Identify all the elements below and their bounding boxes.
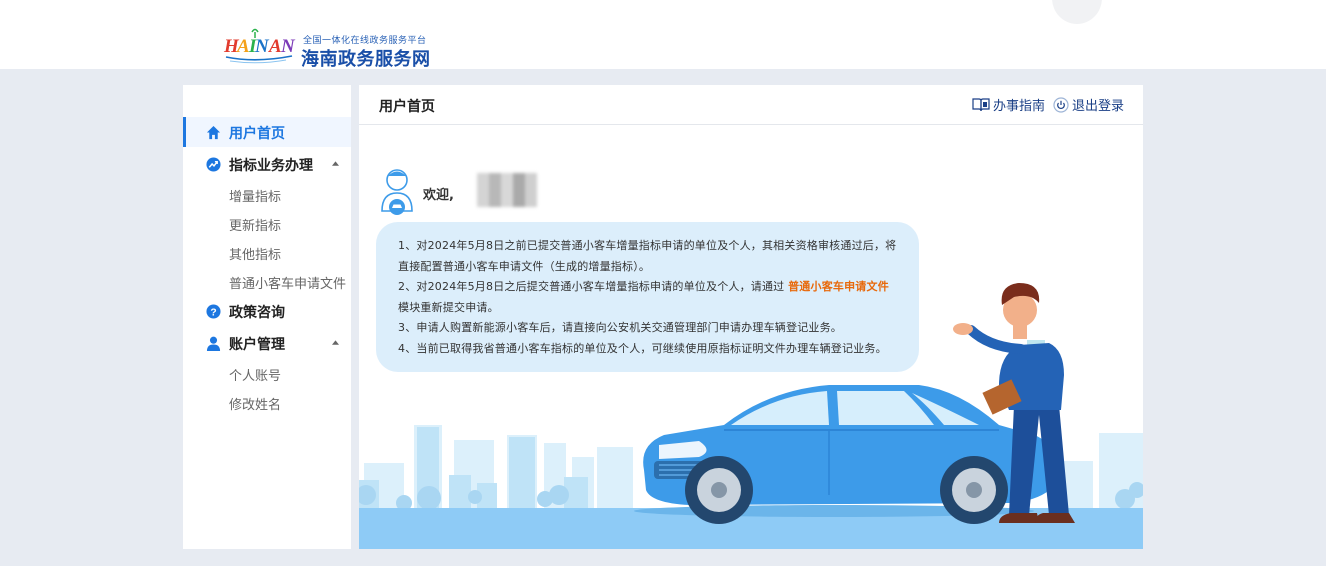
avatar (381, 169, 413, 215)
logout-link[interactable]: 退出登录 (1053, 95, 1124, 114)
svg-text:A: A (236, 36, 250, 57)
top-header: H A I N A N 全国一体化在线政务服务平台 海南政务服务网 (0, 0, 1326, 70)
svg-text:N: N (254, 36, 270, 57)
application-file-link[interactable]: 普通小客车申请文件 (788, 280, 889, 293)
book-icon (972, 98, 990, 112)
blurred-username (477, 173, 537, 207)
user-icon (206, 336, 221, 351)
sidebar-item-account[interactable]: 账户管理 (183, 328, 351, 358)
sidebar-item-label: 用户首页 (229, 126, 285, 142)
notice-3: 3、申请人购置新能源小客车后，请直接向公安机关交通管理部门申请办理车辆登记业务。 (398, 321, 842, 334)
hainan-logo[interactable]: H A I N A N (222, 26, 296, 70)
welcome-text: 欢迎, (423, 188, 454, 203)
notice-2: 2、对2024年5月8日之后提交普通小客车增量指标申请的单位及个人，请通过 普通… (398, 280, 889, 314)
sidebar-item-label: 账户管理 (229, 337, 285, 353)
main-header: 用户首页 办事指南 退出登录 (359, 85, 1143, 125)
notice-1: 1、对2024年5月8日之前已提交普通小客车增量指标申请的单位及个人，其相关资格… (398, 239, 897, 273)
site-title: 海南政务服务网 (301, 49, 431, 70)
home-icon (206, 125, 221, 140)
question-icon: ? (206, 304, 221, 319)
power-icon (1053, 96, 1069, 113)
svg-text:?: ? (210, 307, 216, 318)
sidebar-subitem-other[interactable]: 其他指标 (229, 244, 281, 263)
svg-text:N: N (280, 36, 296, 57)
page-title: 用户首页 (379, 99, 435, 115)
caret-up-icon[interactable] (332, 161, 339, 166)
header-decoration (1052, 0, 1102, 24)
caret-up-icon[interactable] (332, 340, 339, 345)
sidebar-item-policy[interactable]: ? 政策咨询 (183, 296, 351, 326)
sidebar-subitem-personal-account[interactable]: 个人账号 (229, 365, 281, 384)
guide-label: 办事指南 (993, 99, 1046, 114)
main-panel: 用户首页 办事指南 退出登录 欢迎, 1、对2024年5月8日之前已提交普通小客… (359, 85, 1143, 549)
sidebar-subitem-application-file[interactable]: 普通小客车申请文件 (229, 273, 346, 292)
trend-icon (206, 157, 221, 172)
sidebar-subitem-change-name[interactable]: 修改姓名 (229, 394, 281, 413)
sidebar-subitem-incremental[interactable]: 增量指标 (229, 186, 281, 205)
logout-label: 退出登录 (1072, 99, 1125, 114)
sidebar-item-user-home[interactable]: 用户首页 (183, 117, 351, 147)
notice-bubble: 1、对2024年5月8日之前已提交普通小客车增量指标申请的单位及个人，其相关资格… (376, 222, 919, 372)
svg-text:A: A (268, 36, 282, 57)
sidebar-subitem-update[interactable]: 更新指标 (229, 215, 281, 234)
notice-4: 4、当前已取得我省普通小客车指标的单位及个人，可继续使用原指标证明文件办理车辆登… (398, 341, 887, 355)
sidebar: 用户首页 指标业务办理 增量指标 更新指标 其他指标 普通小客车申请文件 ? 政… (183, 85, 351, 549)
guide-link[interactable]: 办事指南 (972, 95, 1045, 114)
sidebar-item-label: 指标业务办理 (229, 158, 313, 174)
sidebar-item-quota-business[interactable]: 指标业务办理 (183, 149, 351, 179)
sidebar-item-label: 政策咨询 (229, 305, 285, 321)
